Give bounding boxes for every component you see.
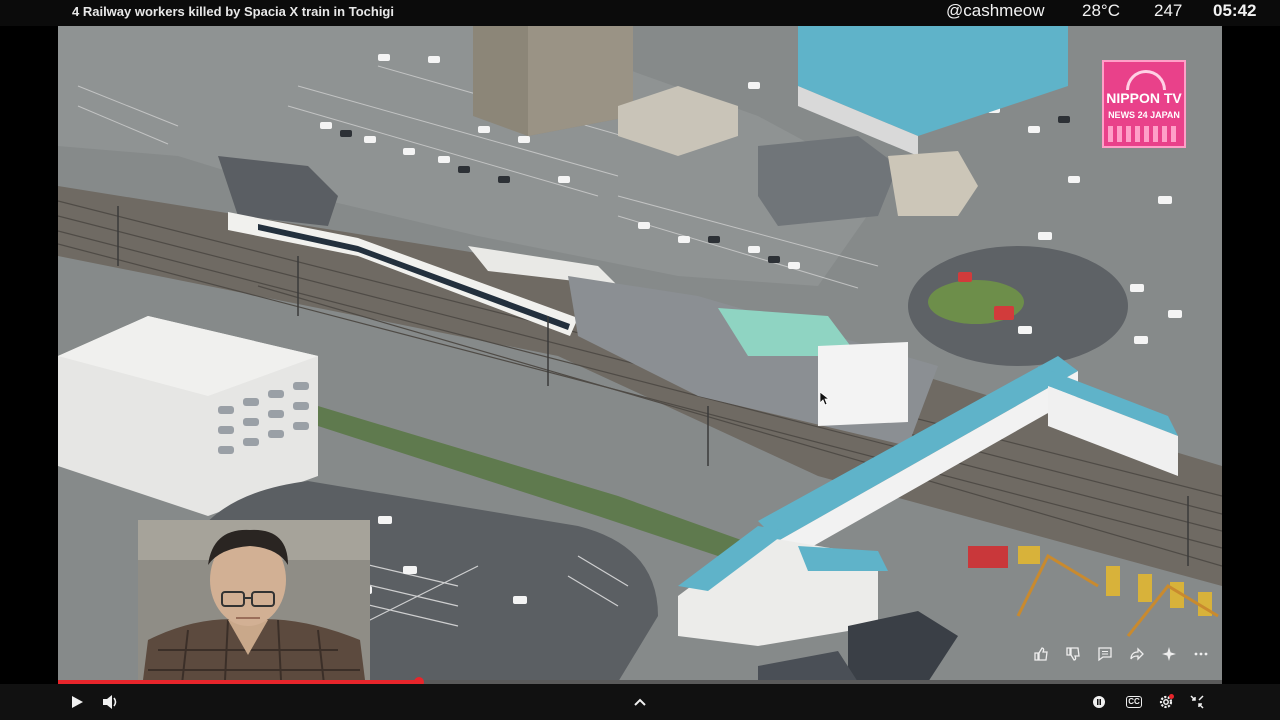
channel-handle: @cashmeow (946, 1, 1045, 20)
volume-button[interactable] (100, 692, 122, 712)
chevron-up-icon (634, 698, 646, 706)
share-icon[interactable] (1128, 645, 1146, 663)
sparkle-icon[interactable] (1160, 645, 1178, 663)
fullscreen-button[interactable] (1186, 692, 1208, 712)
more-icon[interactable] (1192, 645, 1210, 663)
settings-button[interactable] (1155, 692, 1177, 712)
nippon-tv-logo: NIPPON TV NEWS 24 JAPAN (1102, 60, 1186, 148)
gear-icon (1159, 694, 1174, 709)
temperature-readout: 28°C (1082, 1, 1120, 20)
player-controls: CC (0, 684, 1280, 720)
expand-button[interactable] (629, 692, 651, 712)
viewer-count: 247 (1154, 1, 1183, 20)
play-icon (72, 696, 83, 708)
video-action-bar (1032, 640, 1210, 668)
comment-icon[interactable] (1096, 645, 1114, 663)
thumbs-down-icon[interactable] (1064, 645, 1082, 663)
logo-sub-text: NEWS 24 JAPAN (1108, 110, 1180, 120)
pause-toggle-icon (1093, 696, 1105, 708)
logo-sun-mark (1126, 70, 1166, 90)
autoplay-toggle[interactable] (1088, 692, 1110, 712)
volume-icon (103, 695, 117, 709)
video-title: 4 Railway workers killed by Spacia X tra… (72, 4, 394, 19)
play-button[interactable] (66, 692, 88, 712)
clock-readout: 05:42 (1213, 1, 1257, 20)
captions-icon: CC (1126, 696, 1142, 708)
captions-button[interactable]: CC (1123, 692, 1145, 712)
logo-stripes (1108, 126, 1180, 142)
logo-main-text: NIPPON TV (1106, 90, 1182, 106)
mouse-pointer-icon (820, 392, 830, 406)
collapse-icon (1190, 695, 1204, 709)
thumbs-up-icon[interactable] (1032, 645, 1050, 663)
top-bar: 4 Railway workers killed by Spacia X tra… (0, 0, 1280, 26)
